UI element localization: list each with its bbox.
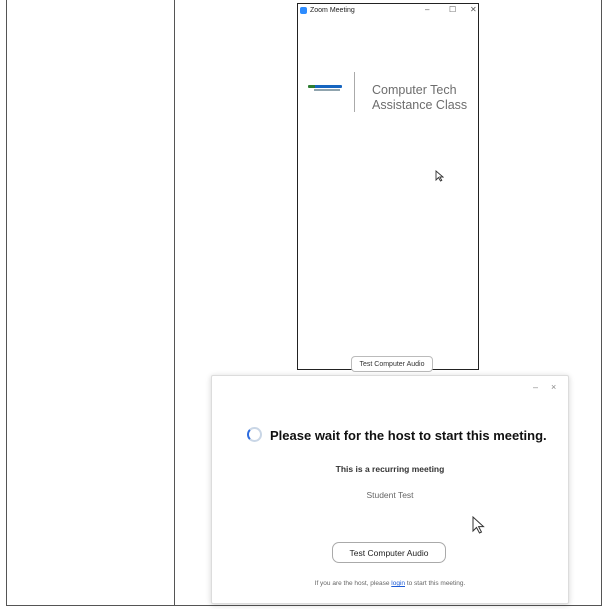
recurring-meeting-text: This is a recurring meeting bbox=[335, 464, 445, 474]
waiting-for-host-dialog: – × Please wait for the host to start th… bbox=[211, 375, 569, 604]
dialog-test-computer-audio-button[interactable]: Test Computer Audio bbox=[332, 542, 446, 563]
meeting-topic: Student Test bbox=[366, 490, 414, 500]
organization-logo bbox=[308, 83, 342, 91]
meeting-class-name: Computer Tech Assistance Class bbox=[372, 83, 467, 113]
window-titlebar: Zoom Meeting – ☐ ✕ bbox=[298, 4, 478, 16]
mouse-cursor-icon bbox=[435, 170, 445, 185]
class-name-line2: Assistance Class bbox=[372, 98, 468, 112]
zoom-logo-icon bbox=[300, 6, 307, 14]
window-title: Zoom Meeting bbox=[310, 6, 355, 14]
host-suffix-text: to start this meeting. bbox=[406, 580, 466, 587]
minimize-button[interactable]: – bbox=[425, 4, 429, 15]
maximize-button[interactable]: ☐ bbox=[449, 4, 456, 15]
host-prefix-text: If you are the host, please bbox=[314, 580, 390, 587]
wait-headline: Please wait for the host to start this m… bbox=[270, 428, 547, 443]
logo-divider bbox=[354, 72, 355, 112]
dialog-close-button[interactable]: × bbox=[551, 382, 556, 392]
zoom-meeting-window: Zoom Meeting – ☐ ✕ Computer Tech Assista… bbox=[297, 3, 479, 372]
loading-spinner-icon bbox=[247, 427, 262, 442]
close-button[interactable]: ✕ bbox=[470, 4, 477, 15]
test-computer-audio-button[interactable]: Test Computer Audio bbox=[351, 356, 433, 372]
class-name-line1: Computer Tech bbox=[372, 83, 457, 97]
dialog-minimize-button[interactable]: – bbox=[533, 382, 538, 392]
table-divider bbox=[174, 0, 175, 606]
login-link[interactable]: login bbox=[391, 580, 405, 587]
host-login-line: If you are the host, please login to sta… bbox=[212, 580, 568, 587]
mouse-cursor-icon bbox=[472, 515, 485, 539]
